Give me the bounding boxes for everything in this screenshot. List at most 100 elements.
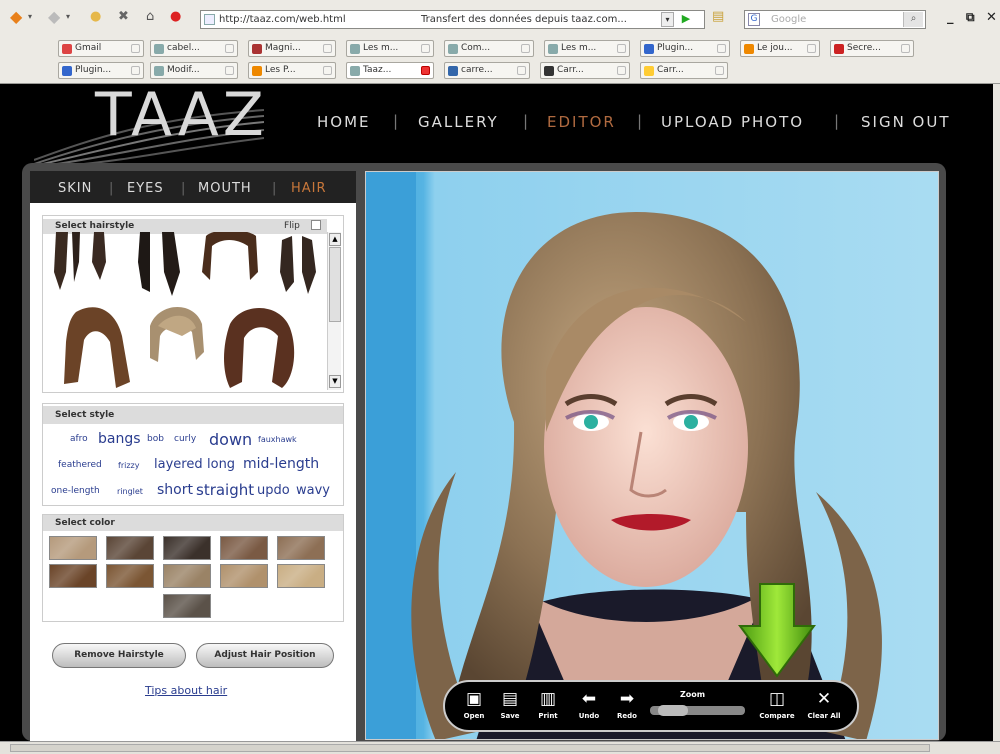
hairstyle-thumb[interactable] [202,232,258,280]
bookmark-tab[interactable]: Les m... [346,40,434,57]
hair-color-swatch[interactable] [277,564,325,588]
tab-mouth[interactable]: MOUTH [198,181,252,196]
hair-color-swatch[interactable] [163,536,211,560]
hairstyle-scrollbar[interactable]: ▲ ▼ [327,232,341,390]
scroll-down-icon[interactable]: ▼ [329,375,341,388]
scroll-up-icon[interactable]: ▲ [329,233,341,246]
nav-upload-photo[interactable]: UPLOAD PHOTO [661,113,804,131]
nav-gallery[interactable]: GALLERY [418,113,499,131]
hair-color-swatch[interactable] [220,536,268,560]
style-keyword-layered[interactable]: layered [154,457,203,472]
save-button[interactable]: ▤ Save [498,690,522,720]
tab-hair[interactable]: HAIR [291,181,327,196]
home-icon[interactable]: ⌂ [146,10,154,23]
address-dropdown-icon[interactable]: ▾ [661,12,674,27]
close-tab-icon[interactable] [617,44,626,53]
adblock-icon[interactable]: ● [170,10,181,23]
style-keyword-fauxhawk[interactable]: fauxhawk [258,435,297,444]
hair-color-swatch[interactable] [163,564,211,588]
hairstyle-thumb[interactable] [150,306,204,362]
hairstyle-thumb[interactable] [64,307,130,388]
forward-icon[interactable]: ◆ [48,9,60,25]
address-bar[interactable]: http://taaz.com/web.html Transfert des d… [200,10,705,29]
style-keyword-ringlet[interactable]: ringlet [117,487,143,496]
search-icon[interactable]: ⌕ [903,12,923,27]
hair-color-swatch[interactable] [106,536,154,560]
hairstyle-thumb[interactable] [280,236,316,294]
close-tab-icon[interactable] [323,66,332,75]
close-tab-icon[interactable] [323,44,332,53]
flip-checkbox[interactable] [311,220,321,230]
tab-skin[interactable]: SKIN [58,181,92,196]
nav-sign-out[interactable]: SIGN OUT [861,113,951,131]
nav-editor[interactable]: EDITOR [547,113,616,131]
style-keyword-straight[interactable]: straight [196,481,254,499]
hair-color-swatch[interactable] [163,594,211,618]
bookmark-manager-icon[interactable]: ▤ [712,10,724,23]
minimize-icon[interactable]: _ [947,10,954,25]
bookmark-tab[interactable]: Plugin... [58,62,144,79]
photo-canvas[interactable] [365,171,939,740]
bookmark-tab[interactable]: carre... [444,62,530,79]
adjust-hair-position-button[interactable]: Adjust Hair Position [196,643,334,668]
close-tab-icon[interactable] [521,44,530,53]
scroll-thumb[interactable] [329,247,341,322]
bookmark-tab[interactable]: Carr... [540,62,630,79]
print-button[interactable]: ▥ Print [536,690,560,720]
close-tab-icon[interactable] [131,44,140,53]
bookmark-tab[interactable]: Plugin... [640,40,730,57]
hairstyle-thumb[interactable] [138,232,180,296]
hair-color-swatch[interactable] [49,564,97,588]
horizontal-scroll-thumb[interactable] [10,744,930,752]
back-dropdown-icon[interactable]: ▾ [28,11,32,23]
style-keyword-afro[interactable]: afro [70,434,88,444]
restore-icon[interactable]: ⧉ [966,10,975,25]
style-keyword-bob[interactable]: bob [147,434,164,444]
bookmark-tab[interactable]: Les P... [248,62,336,79]
style-keyword-curly[interactable]: curly [174,434,196,444]
bookmark-tab[interactable]: Com... [444,40,534,57]
bookmark-tab[interactable]: Le jou... [740,40,820,57]
hair-color-swatch[interactable] [220,564,268,588]
redo-button[interactable]: ➡ Redo [614,690,640,720]
open-button[interactable]: ▣ Open [462,690,486,720]
close-tab-icon[interactable] [717,44,726,53]
style-keyword-mid-length[interactable]: mid-length [243,456,319,472]
hairstyle-thumb[interactable] [92,232,106,280]
close-tab-icon[interactable] [225,66,234,75]
style-keyword-short[interactable]: short [157,482,193,498]
back-icon[interactable]: ◆ [10,9,22,25]
hair-color-swatch[interactable] [49,536,97,560]
style-keyword-one-length[interactable]: one-length [51,486,100,496]
stop-icon[interactable]: ✖ [118,10,129,23]
zoom-slider-handle[interactable] [658,705,688,716]
close-tab-icon[interactable] [807,44,816,53]
taaz-logo[interactable]: TAAZ [95,80,268,150]
close-tab-icon[interactable] [131,66,140,75]
close-tab-icon[interactable] [617,66,626,75]
style-keyword-wavy[interactable]: wavy [296,483,330,498]
undo-button[interactable]: ⬅ Undo [576,690,602,720]
hair-color-swatch[interactable] [106,564,154,588]
compare-button[interactable]: ◫ Compare [758,690,796,720]
google-icon[interactable]: G [748,13,760,26]
style-keyword-frizzy[interactable]: frizzy [118,461,139,470]
close-tab-icon[interactable] [901,44,910,53]
go-icon[interactable]: ▶ [679,12,693,27]
tab-eyes[interactable]: EYES [127,181,164,196]
bookmark-tab[interactable]: Magni... [248,40,336,57]
hairstyle-thumb[interactable] [54,232,80,290]
close-tab-icon[interactable] [517,66,526,75]
reload-icon[interactable]: ● [90,10,101,23]
page-vertical-scrollbar[interactable] [993,84,1000,741]
bookmark-tab[interactable]: Secre... [830,40,914,57]
style-keyword-down[interactable]: down [209,430,252,449]
style-keyword-bangs[interactable]: bangs [98,431,141,447]
style-keyword-long[interactable]: long [207,457,235,472]
bookmark-tab[interactable]: Modif... [150,62,238,79]
clear-all-button[interactable]: ✕ Clear All [806,690,842,720]
bookmark-tab[interactable]: Carr... [640,62,728,79]
bookmark-tab[interactable]: Taaz... [346,62,434,79]
bookmark-tab[interactable]: Les m... [544,40,630,57]
remove-hairstyle-button[interactable]: Remove Hairstyle [52,643,186,668]
